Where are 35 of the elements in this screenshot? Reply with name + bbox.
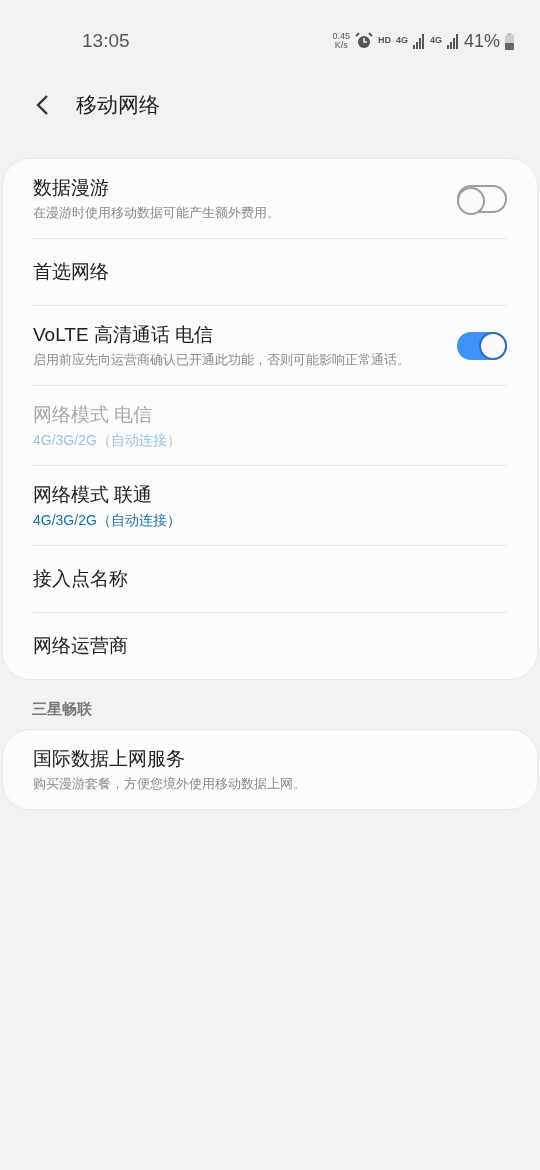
row-value: 4G/3G/2G（自动连接） [33, 511, 182, 529]
row-summary: 启用前应先向运营商确认已开通此功能，否则可能影响正常通话。 [33, 351, 411, 369]
row-title: 数据漫游 [33, 176, 110, 200]
settings-row[interactable]: 数据漫游 在漫游时使用移动数据可能产生额外费用。 [33, 159, 507, 239]
settings-row[interactable]: 首选网络 [33, 239, 507, 306]
signal-icon [412, 33, 425, 49]
toggle-switch[interactable] [457, 331, 507, 360]
row-title: 网络模式 联通 [33, 483, 154, 507]
row-summary: 在漫游时使用移动数据可能产生额外费用。 [33, 204, 281, 222]
settings-row[interactable]: 接入点名称 [33, 546, 507, 613]
network-label: 4G [395, 34, 408, 48]
row-value: 4G/3G/2G（自动连接） [33, 431, 182, 449]
page-title: 移动网络 [76, 92, 160, 119]
settings-row[interactable]: 网络模式 联通 4G/3G/2G（自动连接） [33, 466, 507, 546]
row-title: 网络模式 电信 [33, 403, 154, 427]
settings-row[interactable]: VoLTE 高清通话 电信 启用前应先向运营商确认已开通此功能，否则可能影响正常通话。 [33, 306, 507, 386]
row-summary: 购买漫游套餐，方便您境外使用移动数据上网。 [33, 774, 307, 793]
hd-label: HD [377, 34, 391, 48]
toggle-switch[interactable] [457, 184, 507, 213]
section-header: 三星畅联 [31, 699, 93, 719]
clock: 13:05 [82, 28, 130, 53]
row-title: 网络运营商 [33, 634, 129, 658]
network-label: 4G [429, 34, 442, 48]
alarm-icon [354, 32, 373, 50]
row-title: VoLTE 高清通话 电信 [33, 323, 215, 347]
speed-value: 0.45 [332, 32, 350, 41]
row-title: 接入点名称 [33, 567, 129, 591]
battery-icon [505, 32, 514, 50]
speed-unit: K/s [334, 41, 348, 50]
settings-row[interactable]: 国际数据上网服务 购买漫游套餐，方便您境外使用移动数据上网。 [33, 729, 507, 809]
signal-icon [446, 33, 459, 49]
battery-percent: 41% [463, 29, 500, 53]
row-title: 国际数据上网服务 [33, 746, 186, 771]
row-title: 首选网络 [33, 260, 110, 284]
settings-row[interactable]: 网络运营商 [33, 613, 507, 679]
